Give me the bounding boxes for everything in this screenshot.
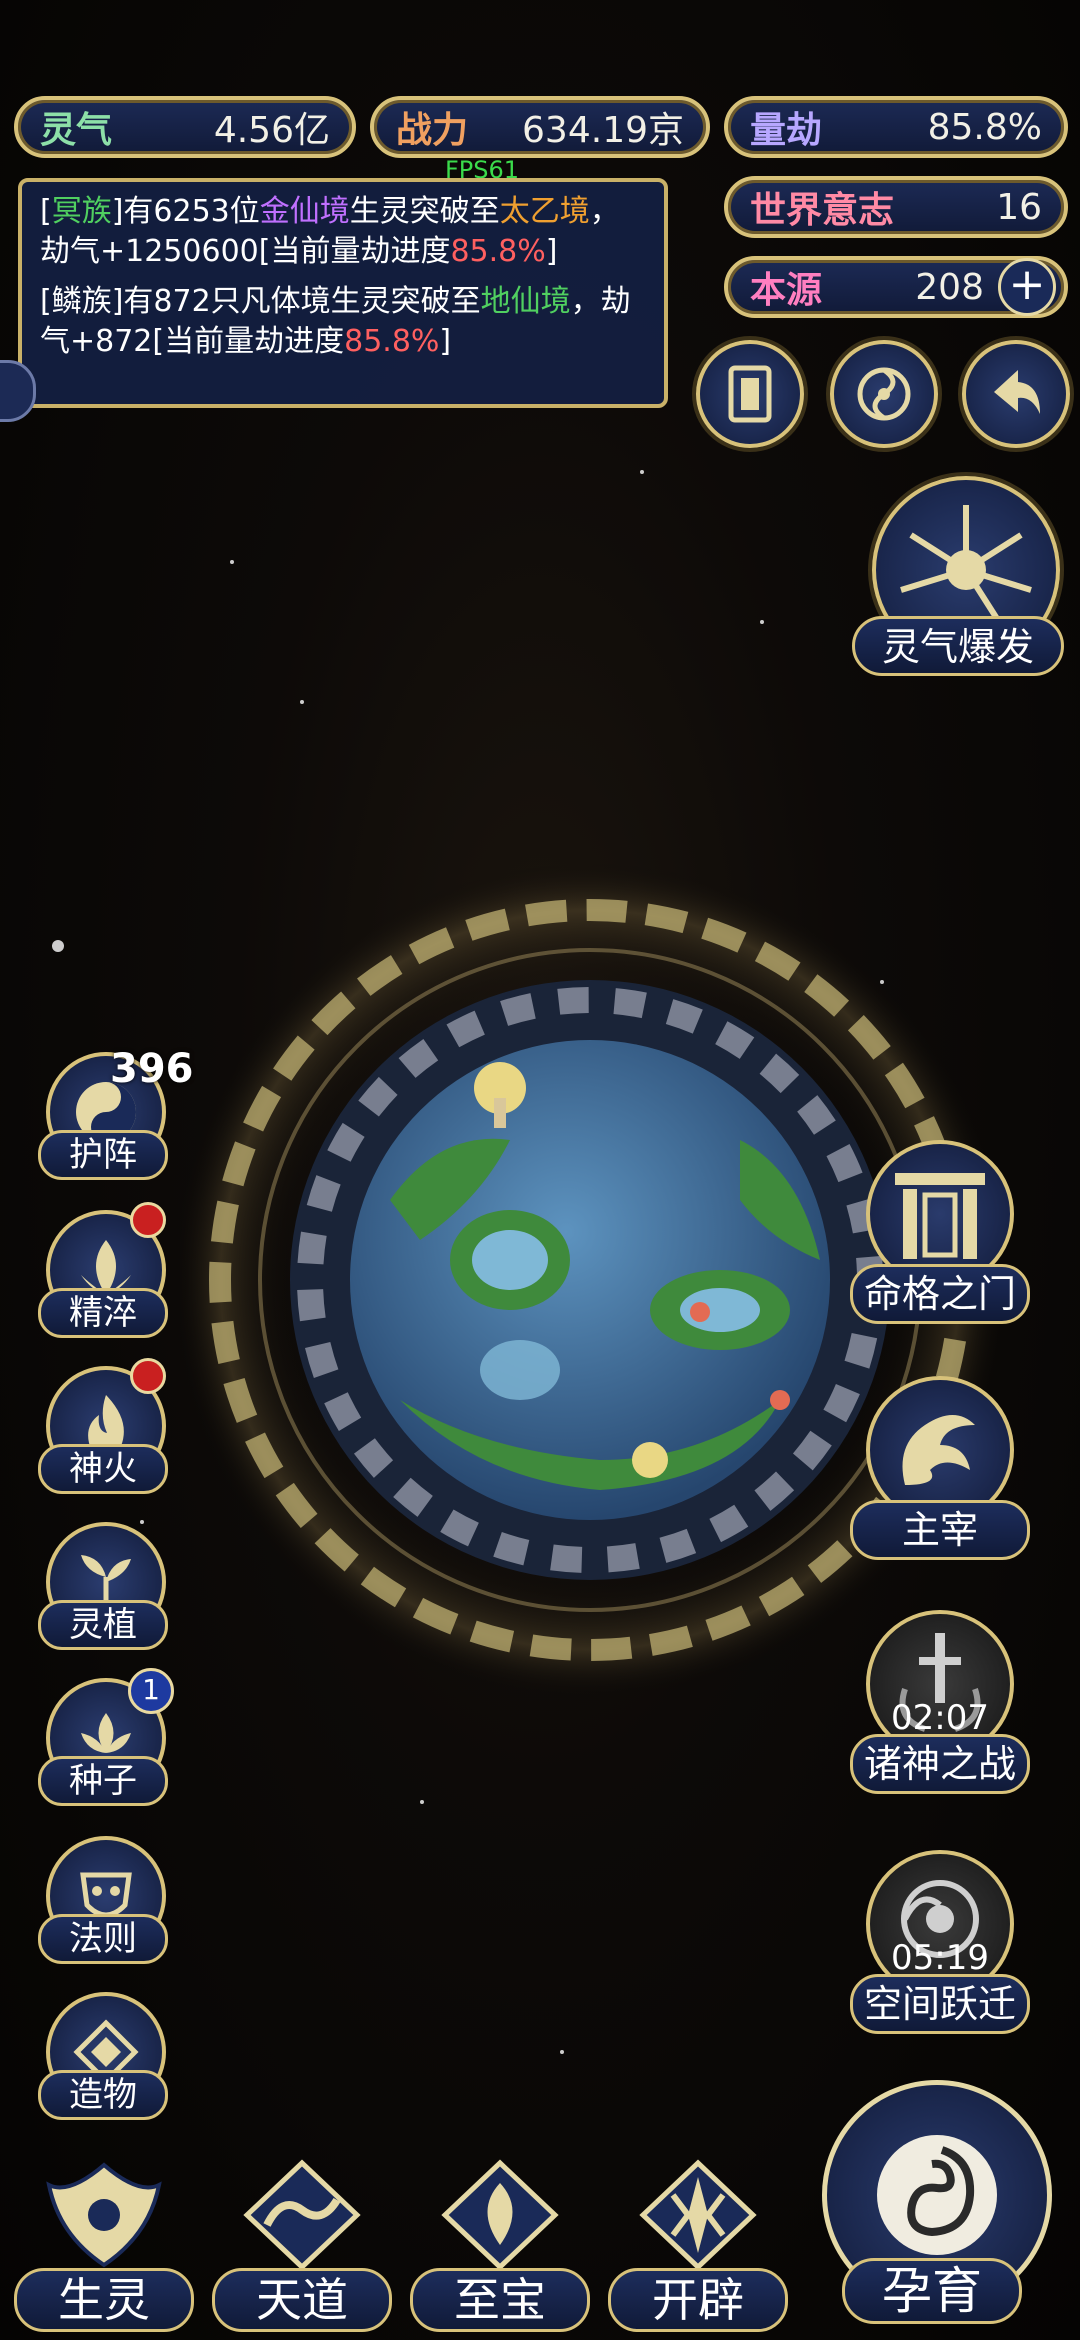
leap-timer: 05:19 — [891, 1938, 989, 1978]
stat-zhanli: 战力 634.19京 — [370, 96, 710, 158]
log-text: ] — [439, 324, 452, 359]
nav-kaipi[interactable]: 开辟 — [608, 2150, 788, 2340]
stat-benyuan-value: 208 — [915, 266, 984, 308]
log-message: [鳞族]有872只凡体境生灵突破至地仙境，劫气+872[当前量劫进度85.8%] — [40, 282, 646, 362]
embryo-icon — [877, 2135, 997, 2255]
jingcui-notify-dot — [130, 1202, 166, 1238]
log-target-realm: 地仙境 — [480, 284, 571, 319]
stat-lingqi: 灵气 4.56亿 — [14, 96, 356, 158]
tiandao-art — [232, 2150, 372, 2280]
shengling-label: 生灵 — [14, 2268, 194, 2332]
yunyu-label: 孕育 — [842, 2258, 1022, 2324]
zhongzi-badge: 1 — [128, 1668, 174, 1714]
share-button[interactable] — [962, 340, 1070, 448]
stat-liangjie-label: 量劫 — [750, 110, 823, 151]
war-timer: 02:07 — [891, 1698, 989, 1738]
phoenix-icon — [46, 2162, 162, 2268]
lingqi-burst-label[interactable]: 灵气爆发 — [852, 616, 1064, 676]
jingcui-label: 精淬 — [38, 1288, 168, 1338]
gate-label: 命格之门 — [850, 1264, 1030, 1324]
cloud-wave-icon — [243, 2159, 361, 2271]
log-realm: 金仙境 — [259, 194, 350, 229]
zhibao-label: 至宝 — [410, 2268, 590, 2332]
stat-benyuan: 本源 208 + — [724, 256, 1068, 318]
huzhen-count: 396 — [110, 1046, 194, 1092]
event-log: [冥族]有6253位金仙境生灵突破至太乙境，劫气+1250600[当前量劫进度8… — [18, 178, 668, 408]
card-button[interactable] — [696, 340, 804, 448]
shengling-art — [34, 2150, 174, 2280]
vortex-icon — [857, 367, 911, 421]
menu-gate[interactable]: 命格之门 — [850, 1140, 1030, 1324]
zhibao-art — [430, 2150, 570, 2280]
log-text: ] — [545, 234, 558, 269]
log-message: [冥族]有6253位金仙境生灵突破至太乙境，劫气+1250600[当前量劫进度8… — [40, 192, 646, 272]
stat-zhanli-label: 战力 — [396, 110, 469, 151]
kaipi-art — [628, 2150, 768, 2280]
log-progress: 85.8% — [450, 234, 546, 269]
menu-war[interactable]: 02:07 诸神之战 — [850, 1610, 1030, 1794]
huzhen-label: 护阵 — [38, 1130, 168, 1180]
stat-shijie-value: 16 — [996, 186, 1042, 228]
menu-zaowu[interactable]: 造物 — [38, 1992, 168, 2122]
stat-benyuan-label: 本源 — [750, 270, 823, 311]
log-text: [ — [40, 194, 52, 229]
menu-leap[interactable]: 05:19 空间跃迁 — [850, 1850, 1030, 2034]
stat-liangjie[interactable]: 量劫 85.8% — [724, 96, 1068, 158]
menu-jingcui[interactable]: 精淬 — [38, 1202, 168, 1340]
card-icon — [728, 365, 772, 423]
log-text: [鳞族]有872只凡体境生灵突破至 — [40, 284, 481, 319]
treasure-icon — [441, 2159, 559, 2271]
stat-shijie-label: 世界意志 — [750, 190, 895, 231]
log-race: 冥族 — [51, 194, 112, 229]
lingzhi-label: 灵植 — [38, 1600, 168, 1650]
stat-lingqi-value: 4.56亿 — [213, 110, 330, 151]
stat-liangjie-value: 85.8% — [927, 106, 1042, 148]
add-benyuan-button[interactable]: + — [998, 258, 1056, 316]
gate-icon — [895, 1173, 985, 1259]
nav-shengling[interactable]: 生灵 — [14, 2150, 194, 2340]
stat-shijie[interactable]: 世界意志 16 — [724, 176, 1068, 238]
war-label: 诸神之战 — [850, 1734, 1030, 1794]
share-arrow-icon — [994, 370, 1040, 414]
log-progress: 85.8% — [344, 324, 440, 359]
log-text: ]有6253位 — [111, 194, 260, 229]
shenhuo-notify-dot — [130, 1358, 166, 1394]
log-text: 生灵突破至 — [349, 194, 500, 229]
nav-yunyu[interactable]: 孕育 — [812, 2080, 1052, 2330]
menu-huzhen[interactable]: 396 护阵 — [38, 1046, 194, 1182]
menu-shenhuo[interactable]: 神火 — [38, 1358, 168, 1496]
tiandao-label: 天道 — [212, 2268, 392, 2332]
menu-faze[interactable]: 法则 — [38, 1836, 168, 1966]
split-axe-icon — [639, 2159, 757, 2271]
vortex-button[interactable] — [830, 340, 938, 448]
kaipi-label: 开辟 — [608, 2268, 788, 2332]
log-target-realm: 太乙境 — [499, 194, 590, 229]
nav-tiandao[interactable]: 天道 — [212, 2150, 392, 2340]
zaowu-label: 造物 — [38, 2070, 168, 2120]
ruler-label: 主宰 — [850, 1500, 1030, 1560]
menu-lingzhi[interactable]: 灵植 — [38, 1522, 168, 1652]
faze-label: 法则 — [38, 1914, 168, 1964]
menu-ruler[interactable]: 主宰 — [850, 1376, 1030, 1560]
nav-zhibao[interactable]: 至宝 — [410, 2150, 590, 2340]
zhongzi-label: 种子 — [38, 1756, 168, 1806]
leap-label: 空间跃迁 — [850, 1974, 1030, 2034]
stat-zhanli-value: 634.19京 — [522, 110, 684, 151]
dragon-icon — [902, 1415, 975, 1485]
stat-lingqi-label: 灵气 — [40, 110, 113, 151]
shenhuo-label: 神火 — [38, 1444, 168, 1494]
menu-zhongzi[interactable]: 1 种子 — [38, 1668, 174, 1808]
